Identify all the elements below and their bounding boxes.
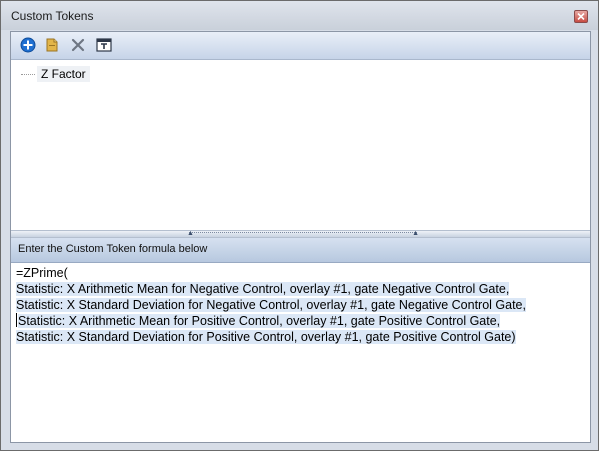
tree-item[interactable]: Z Factor xyxy=(21,66,90,82)
splitter-grip: ▲ ▲ xyxy=(187,230,419,237)
collapse-up-icon: ▲ xyxy=(187,230,194,237)
formula-line: =ZPrime( xyxy=(16,265,526,281)
formula-line-text: Statistic: X Standard Deviation for Posi… xyxy=(16,330,516,344)
expand-down-icon: ▲ xyxy=(412,230,419,237)
window-title: Custom Tokens xyxy=(11,9,94,23)
tree-connector xyxy=(21,73,35,75)
formula-line: Statistic: X Arithmetic Mean for Negativ… xyxy=(16,281,526,297)
formula-line-text: =ZPrime( xyxy=(16,266,68,280)
text-caret xyxy=(16,313,17,327)
rename-button[interactable] xyxy=(94,36,114,54)
token-tree: Z Factor xyxy=(11,60,590,230)
formula-section-title: Enter the Custom Token formula below xyxy=(18,243,208,255)
formula-editor[interactable]: =ZPrime( Statistic: X Arithmetic Mean fo… xyxy=(11,263,590,442)
custom-tokens-window: Custom Tokens Z Factor ▲ ▲ Enter the Cus… xyxy=(0,0,599,451)
title-bar[interactable]: Custom Tokens xyxy=(1,1,598,30)
close-icon xyxy=(577,13,585,20)
add-token-button[interactable] xyxy=(18,36,38,54)
splitter-handle[interactable]: ▲ ▲ xyxy=(11,230,590,238)
content-panel: Z Factor ▲ ▲ Enter the Custom Token form… xyxy=(10,31,591,443)
close-button[interactable] xyxy=(574,10,588,23)
delete-button[interactable] xyxy=(68,36,88,54)
formula-line-text: Statistic: X Arithmetic Mean for Positiv… xyxy=(18,314,501,328)
formula-section-header: Enter the Custom Token formula below xyxy=(11,238,590,263)
rename-text-icon xyxy=(96,38,112,52)
formula-line: Statistic: X Standard Deviation for Nega… xyxy=(16,297,526,313)
folder-icon xyxy=(46,38,58,52)
formula-line-text: Statistic: X Arithmetic Mean for Negativ… xyxy=(16,282,510,296)
new-folder-button[interactable] xyxy=(42,36,62,54)
formula-line-text: Statistic: X Standard Deviation for Nega… xyxy=(16,298,526,312)
formula-line: Statistic: X Standard Deviation for Posi… xyxy=(16,329,526,345)
toolbar xyxy=(11,32,590,60)
tree-item-label: Z Factor xyxy=(37,66,90,82)
formula-line: Statistic: X Arithmetic Mean for Positiv… xyxy=(16,313,526,329)
plus-circle-icon xyxy=(20,37,36,53)
x-delete-icon xyxy=(71,38,85,52)
